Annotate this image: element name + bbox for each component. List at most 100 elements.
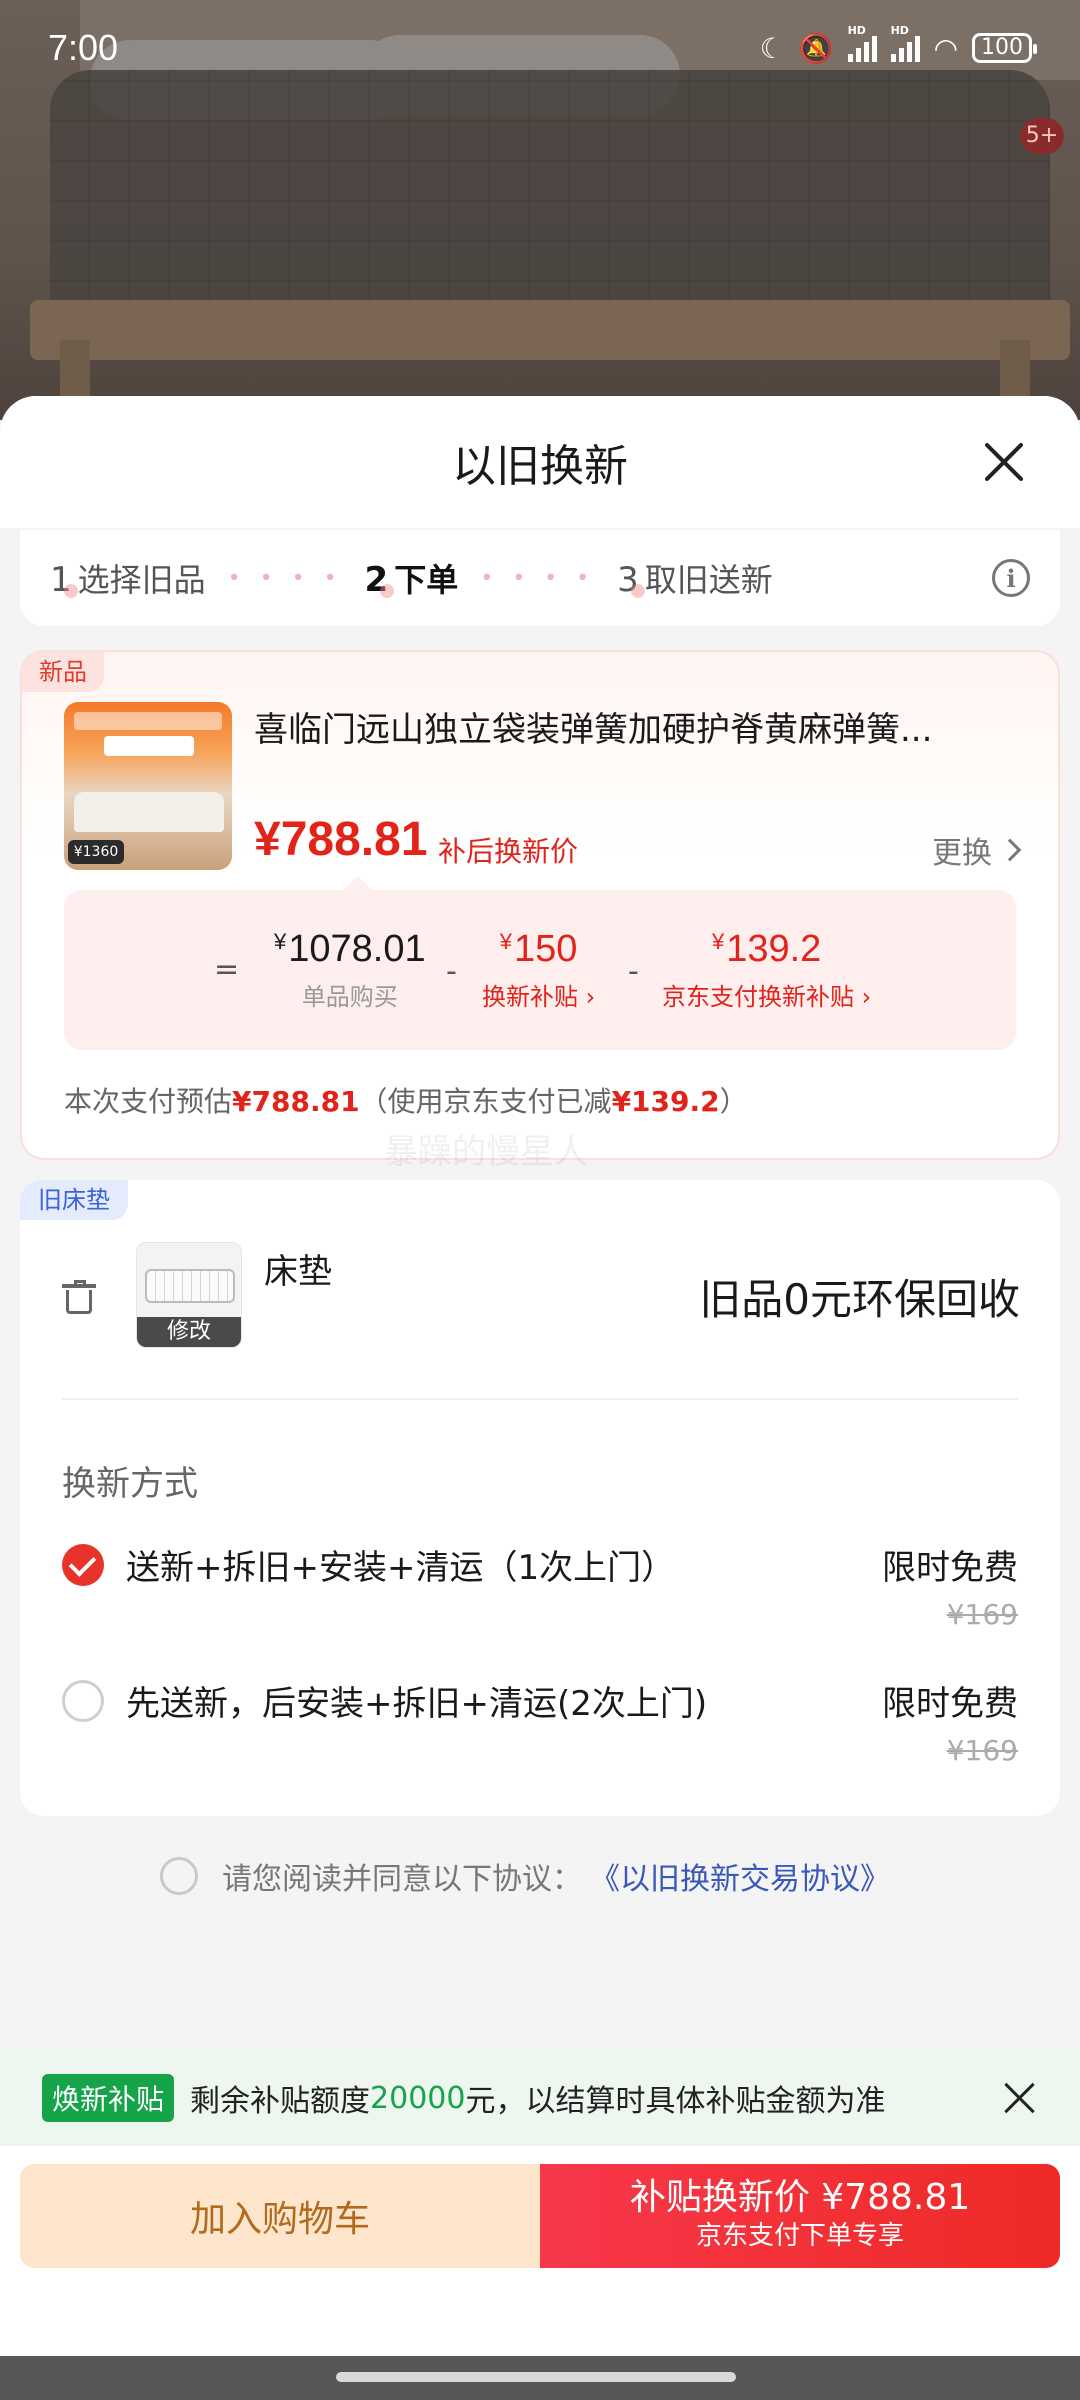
step-label: 取旧送新 [644, 561, 773, 599]
old-item-card: 旧床垫 修改 床垫 旧品0元环保回收 换新方式 送新+拆旧+安装+清运（1次上门… [20, 1180, 1060, 1816]
change-product-button[interactable]: 更换 [932, 828, 1022, 872]
thumb-banner [74, 712, 222, 730]
step-dots: • • • • [227, 565, 343, 591]
edit-old-item-button[interactable]: 修改 [137, 1317, 241, 1347]
mattress-icon [145, 1269, 235, 1303]
bed-frame [30, 300, 1070, 360]
agreement-checkbox[interactable] [160, 1857, 198, 1895]
estimate-suffix: ） [719, 1085, 748, 1118]
subsidy-banner: 焕新补贴 剩余补贴额度 20000 元，以结算时具体补贴金额为准 [0, 2050, 1080, 2146]
thumb-price: ¥1360 [68, 840, 124, 864]
base-price-value: 1078.01 [288, 928, 426, 970]
recycle-text: 旧品0元环保回收 [699, 1275, 1020, 1324]
old-mattress-thumbnail[interactable]: 修改 [136, 1242, 242, 1348]
progress-steps: 1 选择旧品 • • • • 2 下单 • • • • 3 取旧送新 i [20, 530, 1060, 626]
service-option-2[interactable]: 先送新，后安装+拆旧+清运(2次上门) 限时免费 ¥169 [62, 1676, 1018, 1786]
battery-icon: 100 [972, 33, 1037, 63]
trade-in-subsidy-item[interactable]: ¥150 换新补贴 › [482, 928, 595, 1012]
step-label: 下单 [394, 561, 459, 599]
option-price: 限时免费 [882, 1684, 1018, 1724]
yen-sign: ¥ [274, 929, 287, 954]
change-label: 更换 [932, 836, 992, 871]
add-to-cart-button[interactable]: 加入购物车 [20, 2164, 540, 2268]
wifi-icon: ◠ [933, 31, 958, 65]
subsidy-label: 换新补贴 › [482, 983, 596, 1011]
payment-estimate: 本次支付预估¥788.81（使用京东支付已减¥139.2） [64, 1080, 748, 1120]
product-title[interactable]: 喜临门远山独立袋装弹簧加硬护脊黄麻弹簧... [254, 702, 1014, 751]
subsidy-amount: 20000 [370, 2080, 466, 2116]
subsidy-text-before: 剩余补贴额度 [190, 2084, 371, 2119]
signal-1-icon: HD [847, 24, 877, 62]
step-number: 2 [364, 560, 394, 600]
agreement-text: 请您阅读并同意以下协议： [222, 1862, 582, 1897]
step-dots: • • • • [480, 565, 596, 591]
status-time: 7:00 [48, 27, 119, 68]
estimate-mid: （使用京东支付已减 [359, 1085, 612, 1118]
thumb-slogan [104, 736, 194, 756]
product-thumbnail[interactable]: ¥1360 [64, 702, 232, 870]
trash-icon[interactable] [62, 1280, 96, 1314]
price-label: 补后换新价 [438, 835, 579, 868]
step-label: 选择旧品 [77, 561, 206, 599]
step-select-old: 1 选择旧品 [50, 555, 206, 601]
close-icon[interactable] [980, 438, 1028, 486]
signal-2-icon: HD [890, 24, 920, 62]
buy-button-main: 补贴换新价 ¥788.81 [629, 2177, 971, 2218]
jdpay-subsidy-label: 京东支付换新补贴 › [662, 983, 872, 1011]
subsidy-badge: 焕新补贴 [42, 2074, 175, 2122]
buy-now-button[interactable]: 补贴换新价 ¥788.81 京东支付下单专享 [540, 2164, 1060, 2268]
option-label: 送新+拆旧+安装+清运（1次上门） [126, 1548, 676, 1588]
option-price: 限时免费 [882, 1548, 1018, 1588]
subsidy-text-after: 元，以结算时具体补贴金额为准 [465, 2084, 886, 2119]
thumb-bed [74, 792, 224, 832]
new-product-tag: 新品 [22, 652, 104, 692]
watermark: 暴躁的慢星人 [384, 1132, 588, 1172]
status-icons: ☾ 🔕 HD HD ◠ 100 [759, 24, 1037, 65]
agreement-link[interactable]: 《以旧换新交易协议》 [590, 1854, 890, 1898]
estimate-amount: ¥788.81 [232, 1085, 360, 1118]
service-option-1[interactable]: 送新+拆旧+安装+清运（1次上门） 限时免费 ¥169 [62, 1540, 1018, 1650]
mattress-image [50, 70, 1050, 320]
yen-sign: ¥ [711, 929, 725, 954]
close-icon[interactable] [1002, 2080, 1038, 2116]
step-number: 1 [50, 560, 78, 600]
mute-bell-icon: 🔕 [798, 31, 834, 65]
checked-radio-icon[interactable] [62, 1544, 104, 1586]
sheet-title: 以旧换新 [452, 441, 628, 492]
system-nav-bar [0, 2356, 1080, 2400]
option-original-price: ¥169 [946, 1734, 1018, 1767]
estimate-discount: ¥139.2 [611, 1085, 720, 1118]
divider [62, 1398, 1018, 1400]
product-price: ¥788.81 [254, 813, 428, 866]
home-indicator[interactable] [336, 2372, 736, 2382]
chevron-right-icon [998, 838, 1022, 862]
step-pickup-deliver: 3 取旧送新 [617, 555, 773, 601]
radio-icon[interactable] [62, 1680, 104, 1722]
option-label: 先送新，后安装+拆旧+清运(2次上门) [126, 1684, 708, 1724]
yen-sign: ¥ [499, 929, 513, 954]
cart-count-badge: 5+ [1020, 118, 1064, 154]
minus-sign: - [446, 954, 457, 989]
agreement-row: 请您阅读并同意以下协议： 《以旧换新交易协议》 [160, 1854, 890, 1898]
estimate-prefix: 本次支付预估 [64, 1085, 233, 1118]
info-icon[interactable]: i [992, 559, 1030, 597]
status-bar: 7:00 ☾ 🔕 HD HD ◠ 100 [0, 0, 1080, 96]
jdpay-subsidy-item[interactable]: ¥139.2 京东支付换新补贴 › [662, 928, 871, 1012]
new-product-card: 新品 ¥1360 喜临门远山独立袋装弹簧加硬护脊黄麻弹簧... ¥788.81 … [20, 650, 1060, 1160]
dnd-moon-icon: ☾ [759, 31, 785, 65]
minus-sign: - [628, 954, 639, 989]
jdpay-subsidy-value: 139.2 [726, 928, 822, 970]
option-original-price: ¥169 [946, 1598, 1018, 1631]
equals-sign: = [214, 952, 240, 987]
subsidy-value: 150 [514, 928, 578, 970]
price-breakdown: = ¥1078.01 单品购买 - ¥150 换新补贴 › - ¥139.2 京… [64, 876, 1016, 1050]
step-number: 3 [617, 560, 645, 600]
step-order: 2 下单 [365, 555, 459, 601]
sheet-header: 以旧换新 [0, 396, 1080, 528]
buy-button-sub: 京东支付下单专享 [695, 2221, 904, 2251]
method-title: 换新方式 [62, 1464, 198, 1504]
bottom-action-bar: 加入购物车 补贴换新价 ¥788.81 京东支付下单专享 [0, 2146, 1080, 2356]
old-item-tag: 旧床垫 [20, 1180, 128, 1220]
base-price-item: ¥1078.01 单品购买 [274, 928, 426, 1012]
base-price-label: 单品购买 [301, 983, 398, 1011]
